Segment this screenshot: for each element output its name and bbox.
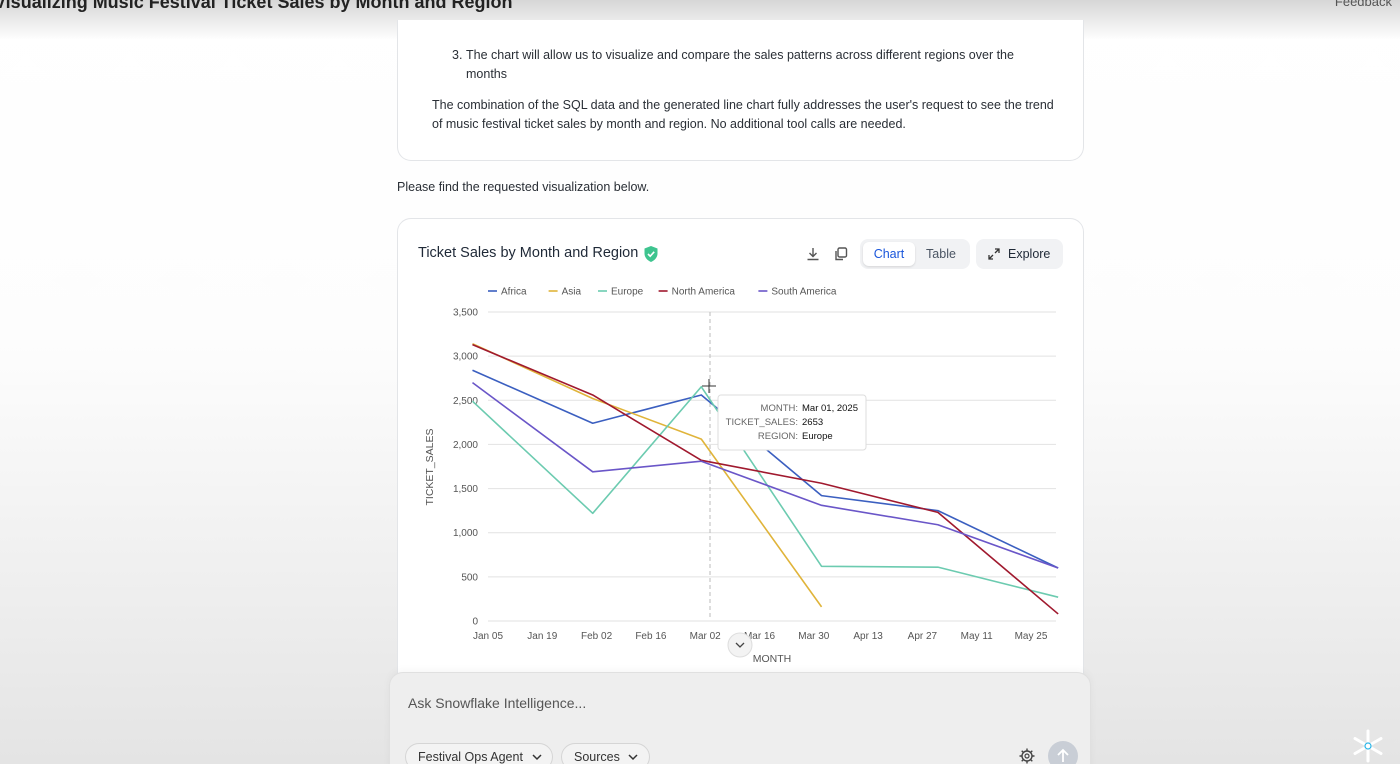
- y-tick-label: 2,000: [453, 440, 478, 451]
- x-tick-label: Apr 13: [853, 631, 883, 642]
- chart-legend: Africa Asia Europe North America South Ameri…: [488, 287, 837, 298]
- response-intro-text: Please find the requested visualization …: [397, 180, 650, 194]
- x-tick-label: May 11: [961, 631, 993, 642]
- tooltip-month-label: MONTH:: [761, 403, 798, 414]
- scroll-down-button[interactable]: [727, 632, 753, 658]
- legend-item[interactable]: South America: [771, 287, 836, 298]
- agent-selector[interactable]: Festival Ops Agent: [405, 743, 553, 764]
- y-tick-label: 500: [461, 572, 478, 583]
- y-tick-label: 2,500: [453, 396, 478, 407]
- y-axis-label: TICKET_SALES: [424, 428, 436, 505]
- reasoning-card: 3. The chart will allow us to visualize …: [397, 20, 1084, 161]
- send-button[interactable]: [1048, 741, 1078, 764]
- page-title: Visualizing Music Festival Ticket Sales …: [0, 0, 513, 12]
- reasoning-conclusion: The combination of the SQL data and the …: [432, 98, 1054, 131]
- sources-selector[interactable]: Sources: [561, 743, 650, 764]
- list-item-text: The chart will allow us to visualize and…: [466, 48, 1014, 81]
- x-tick-label: Apr 27: [908, 631, 938, 642]
- y-tick-label: 0: [472, 617, 478, 628]
- legend-item[interactable]: Europe: [611, 287, 644, 298]
- y-tick-label: 1,500: [453, 484, 478, 495]
- x-tick-label: Mar 02: [690, 631, 722, 642]
- reasoning-list-item: 3. The chart will allow us to visualize …: [446, 46, 1046, 84]
- arrow-up-icon: [1057, 748, 1069, 762]
- x-axis: Jan 05 Jan 19 Feb 02 Feb 16 Mar 02 Mar 16 Mar …: [473, 631, 1048, 642]
- chat-input[interactable]: Ask Snowflake Intelligence...: [408, 695, 586, 711]
- chevron-down-icon: [532, 754, 542, 761]
- x-tick-label: Jan 19: [527, 631, 557, 642]
- snowflake-logo-icon: [1353, 729, 1383, 763]
- legend-item[interactable]: North America: [672, 287, 736, 298]
- chart-series: [471, 343, 1059, 615]
- tooltip-month-value: Mar 01, 2025: [802, 403, 858, 414]
- legend-item[interactable]: Africa: [501, 287, 527, 298]
- tooltip-region-value: Europe: [802, 431, 833, 442]
- x-tick-label: Jan 05: [473, 631, 503, 642]
- chart-tooltip: MONTH: Mar 01, 2025 TICKET_SALES: 2653 R…: [717, 394, 867, 451]
- tooltip-sales-value: 2653: [802, 417, 823, 428]
- list-item-number: 3.: [452, 48, 463, 62]
- x-tick-label: Feb 16: [635, 631, 667, 642]
- x-tick-label: Feb 02: [581, 631, 613, 642]
- tooltip-sales-label: TICKET_SALES:: [726, 417, 798, 428]
- y-tick-label: 1,000: [453, 528, 478, 539]
- x-tick-label: May 25: [1015, 631, 1048, 642]
- chart-card: Ticket Sales by Month and Region Chart T…: [397, 218, 1084, 698]
- line-chart: Africa Asia Europe North America South Ameri…: [424, 287, 1059, 665]
- gear-icon[interactable]: [1018, 747, 1036, 764]
- feedback-link[interactable]: Feedback: [1335, 0, 1392, 9]
- chevron-down-icon: [628, 754, 638, 761]
- x-tick-label: Mar 30: [798, 631, 830, 642]
- x-axis-label: MONTH: [753, 653, 792, 665]
- agent-selector-label: Festival Ops Agent: [418, 750, 523, 764]
- tooltip-region-label: REGION:: [758, 431, 798, 442]
- legend-item[interactable]: Asia: [562, 287, 582, 298]
- chat-composer: Ask Snowflake Intelligence... Festival O…: [389, 672, 1091, 764]
- series-line-asia[interactable]: [472, 343, 823, 608]
- y-tick-label: 3,500: [453, 308, 478, 319]
- sources-selector-label: Sources: [574, 750, 620, 764]
- y-tick-label: 3,000: [453, 352, 478, 363]
- y-axis: 0 500 1,000 1,500 2,000 2,500 3,000 3,500: [453, 308, 478, 628]
- series-line-north-america[interactable]: [472, 343, 1059, 615]
